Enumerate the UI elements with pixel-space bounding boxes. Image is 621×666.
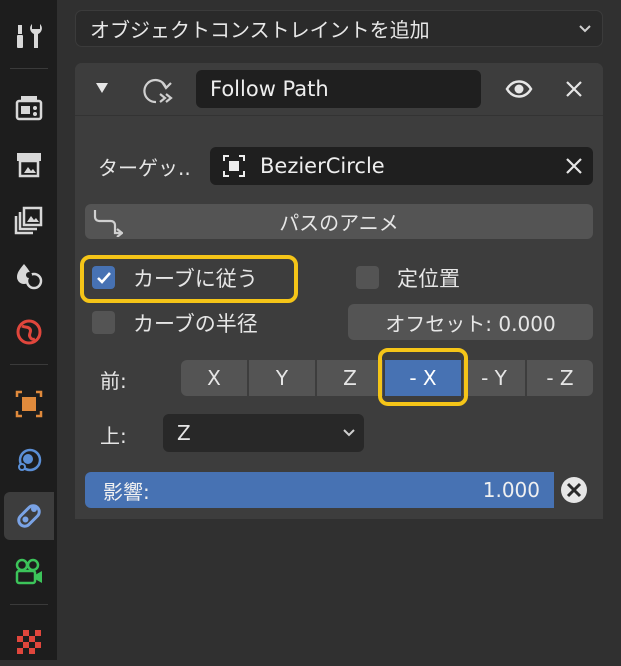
world-icon — [16, 319, 42, 345]
constraint-name-field[interactable]: Follow Path — [196, 70, 481, 108]
close-icon[interactable] — [564, 79, 584, 99]
chevron-down-icon — [343, 429, 355, 437]
target-field[interactable]: BezierCircle — [210, 147, 593, 185]
forward-axis-y-button[interactable]: Y — [249, 360, 315, 396]
tab-view-layer[interactable] — [4, 196, 54, 244]
influence-value: 1.000 — [482, 478, 540, 502]
forward-axis-label: 前: — [100, 369, 127, 393]
target-value: BezierCircle — [260, 154, 385, 178]
curve-object-icon — [223, 155, 245, 177]
follow-curve-highlight — [80, 255, 298, 303]
tab-world[interactable] — [4, 308, 54, 356]
influence-label: 影響: — [103, 479, 150, 504]
tool-wrench-icon — [17, 24, 42, 48]
target-label: ターゲッ.. — [98, 156, 191, 180]
scene-icon — [17, 264, 43, 290]
properties-tab-strip — [0, 0, 57, 660]
offset-field[interactable]: オフセット: 0.000 — [348, 304, 593, 340]
constraint-name-value: Follow Path — [210, 77, 329, 101]
disable-keep-transform-button[interactable] — [556, 473, 592, 507]
animate-path-button[interactable]: パスのアニメ — [85, 204, 593, 239]
influence-slider[interactable]: 影響: 1.000 — [85, 472, 554, 508]
x-circle-icon — [561, 477, 587, 503]
forward-axis-neg-y-button[interactable]: - Y — [463, 360, 525, 396]
offset-value: オフセット: 0.000 — [385, 311, 556, 336]
collapse-triangle-icon[interactable] — [95, 81, 109, 95]
physics-icon — [18, 448, 42, 472]
animate-path-icon — [93, 210, 123, 237]
texture-icon — [17, 630, 41, 654]
view-layer-icon — [14, 206, 43, 235]
up-axis-value: Z — [177, 421, 191, 445]
up-axis-dropdown[interactable]: Z — [163, 414, 364, 452]
tab-texture[interactable] — [4, 618, 54, 666]
fixed-position-label: 定位置 — [397, 267, 460, 291]
forward-axis-highlight — [378, 348, 468, 406]
tab-scene[interactable] — [4, 252, 54, 300]
chevron-down-icon — [579, 25, 591, 33]
animate-path-label: パスのアニメ — [279, 211, 399, 235]
curve-radius-checkbox[interactable] — [92, 311, 115, 334]
eye-icon[interactable] — [505, 78, 533, 100]
clear-target-icon[interactable] — [565, 157, 583, 175]
tab-constraints[interactable] — [4, 492, 54, 540]
tab-object-data[interactable] — [4, 548, 54, 596]
object-icon — [15, 390, 43, 418]
tab-render[interactable] — [4, 84, 54, 132]
up-axis-label: 上: — [100, 424, 127, 448]
tab-object[interactable] — [4, 380, 54, 428]
forward-axis-x-button[interactable]: X — [181, 360, 247, 396]
object-data-icon — [15, 558, 42, 585]
forward-axis-z-button[interactable]: Z — [317, 360, 383, 396]
output-printer-icon — [17, 153, 41, 178]
forward-axis-neg-z-button[interactable]: - Z — [527, 360, 593, 396]
tab-output[interactable] — [4, 140, 54, 188]
tab-tool[interactable] — [4, 12, 54, 60]
render-camera-icon — [15, 96, 43, 121]
follow-path-constraint-icon — [143, 78, 173, 104]
fixed-position-checkbox[interactable] — [356, 266, 379, 289]
curve-radius-label: カーブの半径 — [133, 312, 258, 336]
add-constraint-dropdown[interactable]: オブジェクトコンストレイントを追加 — [75, 10, 603, 47]
tab-physics[interactable] — [4, 436, 54, 484]
constraints-icon — [17, 504, 41, 528]
add-constraint-label: オブジェクトコンストレイントを追加 — [90, 18, 430, 42]
